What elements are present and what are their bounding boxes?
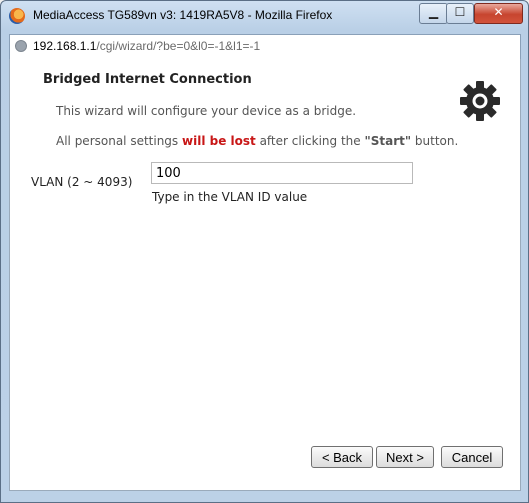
browser-window: MediaAccess TG589vn v3: 1419RA5V8 - Mozi… <box>0 0 529 503</box>
wizard-heading: Bridged Internet Connection <box>43 72 252 87</box>
gear-icon <box>460 81 500 121</box>
wizard-intro: This wizard will configure your device a… <box>56 104 357 118</box>
vlan-label: VLAN (2 ~ 4093) <box>31 175 133 189</box>
warning-start-label: "Start" <box>364 134 412 148</box>
window-title: MediaAccess TG589vn v3: 1419RA5V8 - Mozi… <box>33 8 333 22</box>
back-button[interactable]: < Back <box>311 446 373 468</box>
maximize-button[interactable]: ☐ <box>446 3 474 24</box>
close-button[interactable]: ✕ <box>474 3 523 24</box>
address-bar[interactable]: 192.168.1.1/cgi/wizard/?be=0&l0=-1&l1=-1 <box>9 34 521 60</box>
minimize-button[interactable]: ▁ <box>419 3 448 24</box>
cancel-button[interactable]: Cancel <box>441 446 503 468</box>
title-bar[interactable]: MediaAccess TG589vn v3: 1419RA5V8 - Mozi… <box>1 1 528 31</box>
warning-mid: after clicking the <box>255 134 365 148</box>
next-button[interactable]: Next > <box>376 446 434 468</box>
warning-pre: All personal settings <box>56 134 182 148</box>
wizard-dialog: Bridged Internet Connection This wizard … <box>9 59 521 491</box>
warning-emphasis: will be lost <box>182 134 256 148</box>
globe-icon <box>15 40 27 52</box>
url-text[interactable]: 192.168.1.1/cgi/wizard/?be=0&l0=-1&l1=-1 <box>33 39 260 53</box>
wizard-warning: All personal settings will be lost after… <box>56 134 458 148</box>
url-host: 192.168.1.1 <box>33 39 97 53</box>
vlan-input[interactable] <box>151 162 413 184</box>
warning-post: button. <box>411 134 459 148</box>
vlan-hint: Type in the VLAN ID value <box>152 190 308 204</box>
url-path: /cgi/wizard/?be=0&l0=-1&l1=-1 <box>96 39 261 53</box>
firefox-icon <box>9 8 25 24</box>
